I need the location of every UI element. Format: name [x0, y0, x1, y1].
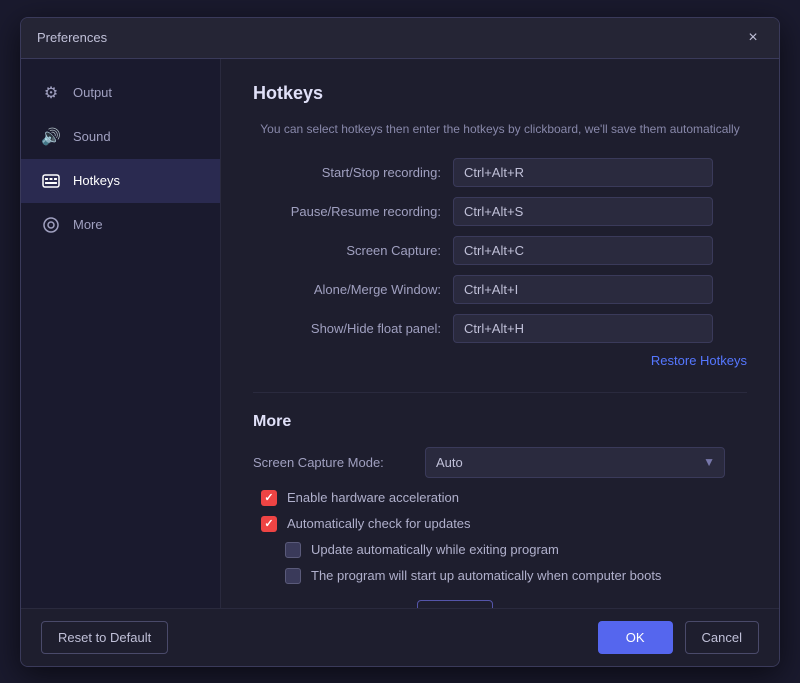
screen-capture-mode-row: Screen Capture Mode: Auto Manual Schedul…	[253, 447, 747, 478]
preferences-dialog: Preferences × ⚙ Output 🔊 Sound	[20, 17, 780, 667]
checkbox-hardware-accel-label: Enable hardware acceleration	[287, 490, 459, 505]
close-button[interactable]: ×	[743, 28, 763, 48]
checkbox-hardware-accel[interactable]: Enable hardware acceleration	[253, 490, 747, 506]
section-divider	[253, 392, 747, 393]
checkbox-startup-boot-icon[interactable]	[285, 568, 301, 584]
hotkey-label-start-stop: Start/Stop recording:	[253, 165, 453, 180]
sidebar-label-output: Output	[73, 85, 112, 100]
hotkey-label-alone-merge: Alone/Merge Window:	[253, 282, 453, 297]
screen-capture-mode-wrapper: Auto Manual Scheduled ▼	[425, 447, 725, 478]
hotkey-row-alone-merge: Alone/Merge Window:	[253, 275, 747, 304]
footer-left: Reset to Default	[41, 621, 168, 654]
hotkey-row-pause-resume: Pause/Resume recording:	[253, 197, 747, 226]
checkbox-auto-check-updates-icon[interactable]	[261, 516, 277, 532]
hotkey-label-pause-resume: Pause/Resume recording:	[253, 204, 453, 219]
checkbox-hardware-accel-icon[interactable]	[261, 490, 277, 506]
footer-right: OK Cancel	[598, 621, 759, 654]
hotkey-input-show-hide[interactable]	[453, 314, 713, 343]
more-section-title: More	[253, 413, 747, 431]
screen-capture-mode-select[interactable]: Auto Manual Scheduled	[425, 447, 725, 478]
ok-button[interactable]: OK	[598, 621, 673, 654]
hotkey-row-screen-capture: Screen Capture:	[253, 236, 747, 265]
dialog-body: ⚙ Output 🔊 Sound Hotkeys	[21, 59, 779, 608]
sidebar-item-more[interactable]: More	[21, 203, 220, 247]
hotkey-input-pause-resume[interactable]	[453, 197, 713, 226]
main-content: Hotkeys You can select hotkeys then ente…	[221, 59, 779, 608]
hotkey-row-show-hide: Show/Hide float panel:	[253, 314, 747, 343]
output-icon: ⚙	[41, 83, 61, 103]
cancel-button[interactable]: Cancel	[685, 621, 759, 654]
dialog-footer: Reset to Default OK Cancel	[21, 608, 779, 666]
sidebar-item-sound[interactable]: 🔊 Sound	[21, 115, 220, 159]
checkbox-auto-check-updates-label: Automatically check for updates	[287, 516, 471, 531]
dialog-title: Preferences	[37, 30, 107, 45]
hotkey-input-screen-capture[interactable]	[453, 236, 713, 265]
hotkeys-section-title: Hotkeys	[253, 83, 747, 104]
sound-icon: 🔊	[41, 127, 61, 147]
checkbox-update-exit[interactable]: Update automatically while exiting progr…	[253, 542, 747, 558]
hotkeys-icon	[41, 171, 61, 191]
checkbox-auto-check-updates[interactable]: Automatically check for updates	[253, 516, 747, 532]
sidebar-item-hotkeys[interactable]: Hotkeys	[21, 159, 220, 203]
hotkey-input-start-stop[interactable]	[453, 158, 713, 187]
screen-capture-mode-label: Screen Capture Mode:	[253, 455, 413, 470]
restore-hotkeys-link[interactable]: Restore Hotkeys	[253, 353, 747, 368]
sidebar-label-hotkeys: Hotkeys	[73, 173, 120, 188]
sidebar: ⚙ Output 🔊 Sound Hotkeys	[21, 59, 221, 608]
reset-dialog-row: Reset all dialog warnings: Reset	[253, 600, 747, 608]
hotkeys-info-text: You can select hotkeys then enter the ho…	[253, 120, 747, 138]
hotkey-label-screen-capture: Screen Capture:	[253, 243, 453, 258]
checkbox-startup-boot[interactable]: The program will start up automatically …	[253, 568, 747, 584]
hotkey-label-show-hide: Show/Hide float panel:	[253, 321, 453, 336]
sidebar-item-output[interactable]: ⚙ Output	[21, 71, 220, 115]
reset-to-default-button[interactable]: Reset to Default	[41, 621, 168, 654]
more-icon	[41, 215, 61, 235]
sidebar-label-more: More	[73, 217, 103, 232]
reset-dialog-button[interactable]: Reset	[417, 600, 493, 608]
title-bar: Preferences ×	[21, 18, 779, 59]
sidebar-label-sound: Sound	[73, 129, 111, 144]
checkbox-update-exit-icon[interactable]	[285, 542, 301, 558]
hotkey-input-alone-merge[interactable]	[453, 275, 713, 304]
checkbox-update-exit-label: Update automatically while exiting progr…	[311, 542, 559, 557]
checkbox-startup-boot-label: The program will start up automatically …	[311, 568, 661, 583]
hotkey-row-start-stop: Start/Stop recording:	[253, 158, 747, 187]
